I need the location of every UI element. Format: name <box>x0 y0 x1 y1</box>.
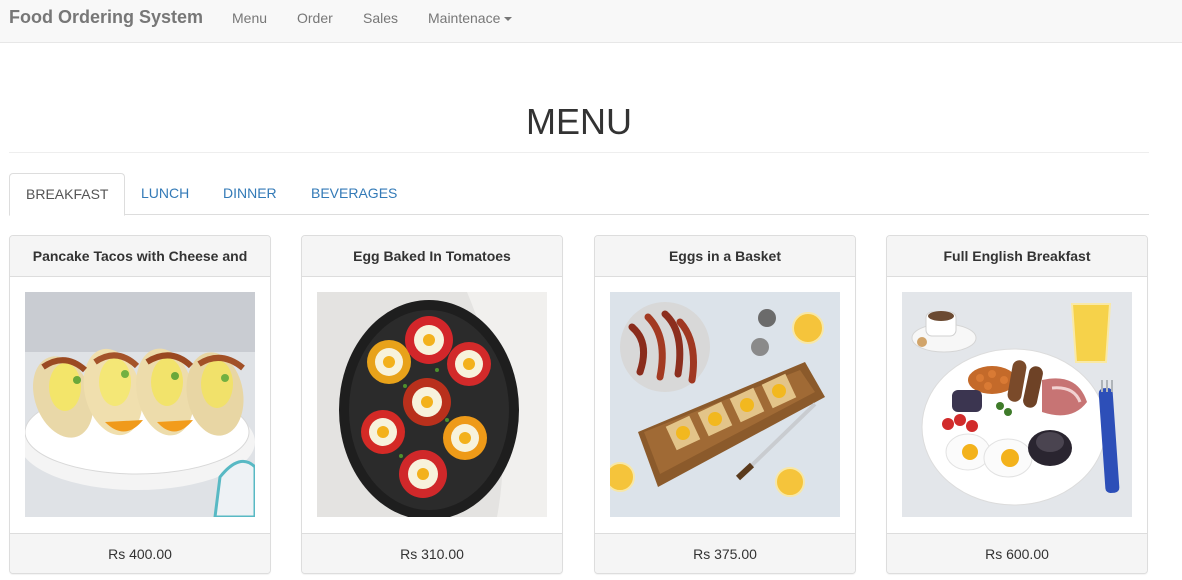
menu-item-body <box>595 277 855 533</box>
nav-item-menu[interactable]: Menu <box>232 10 267 26</box>
egg-baked-tomatoes-photo[interactable] <box>317 292 547 517</box>
tab-lunch[interactable]: LUNCH <box>125 173 205 215</box>
pancake-tacos-photo[interactable] <box>25 292 255 517</box>
menu-item-card[interactable]: Full English Breakfast Rs 600.00 <box>886 235 1148 574</box>
menu-item-card[interactable]: Eggs in a Basket Rs 375.00 <box>594 235 856 574</box>
full-english-breakfast-photo[interactable] <box>902 292 1132 517</box>
menu-category-tabs: BREAKFAST LUNCH DINNER BEVERAGES <box>9 173 1149 216</box>
menu-item-card[interactable]: Egg Baked In Tomatoes Rs 310.00 <box>301 235 563 574</box>
menu-item-card[interactable]: Pancake Tacos with Cheese and Rs 400.00 <box>9 235 271 574</box>
eggs-in-basket-photo[interactable] <box>610 292 840 517</box>
page-title: MENU <box>526 101 632 142</box>
menu-item-name: Full English Breakfast <box>887 236 1147 277</box>
nav-item-maintenance-label: Maintenace <box>428 10 501 26</box>
menu-item-body <box>302 277 562 533</box>
title-divider <box>9 152 1149 153</box>
tab-beverages[interactable]: BEVERAGES <box>295 173 413 215</box>
nav-item-order[interactable]: Order <box>297 10 333 26</box>
nav-item-maintenance-dropdown[interactable]: Maintenace <box>428 10 513 26</box>
menu-item-name: Eggs in a Basket <box>595 236 855 277</box>
menu-item-name: Pancake Tacos with Cheese and <box>10 236 270 277</box>
menu-item-price: Rs 375.00 <box>595 533 855 573</box>
nav-item-sales[interactable]: Sales <box>363 10 398 26</box>
navbar-brand[interactable]: Food Ordering System <box>9 7 203 27</box>
menu-item-name: Egg Baked In Tomatoes <box>302 236 562 277</box>
tab-dinner[interactable]: DINNER <box>207 173 293 215</box>
caret-down-icon <box>504 17 513 22</box>
menu-item-body <box>887 277 1147 533</box>
menu-item-price: Rs 600.00 <box>887 533 1147 573</box>
navbar: Food Ordering System Menu Order Sales Ma… <box>0 0 1182 43</box>
menu-item-price: Rs 400.00 <box>10 533 270 573</box>
menu-item-price: Rs 310.00 <box>302 533 562 573</box>
tab-breakfast[interactable]: BREAKFAST <box>9 173 126 216</box>
menu-item-body <box>10 277 270 533</box>
